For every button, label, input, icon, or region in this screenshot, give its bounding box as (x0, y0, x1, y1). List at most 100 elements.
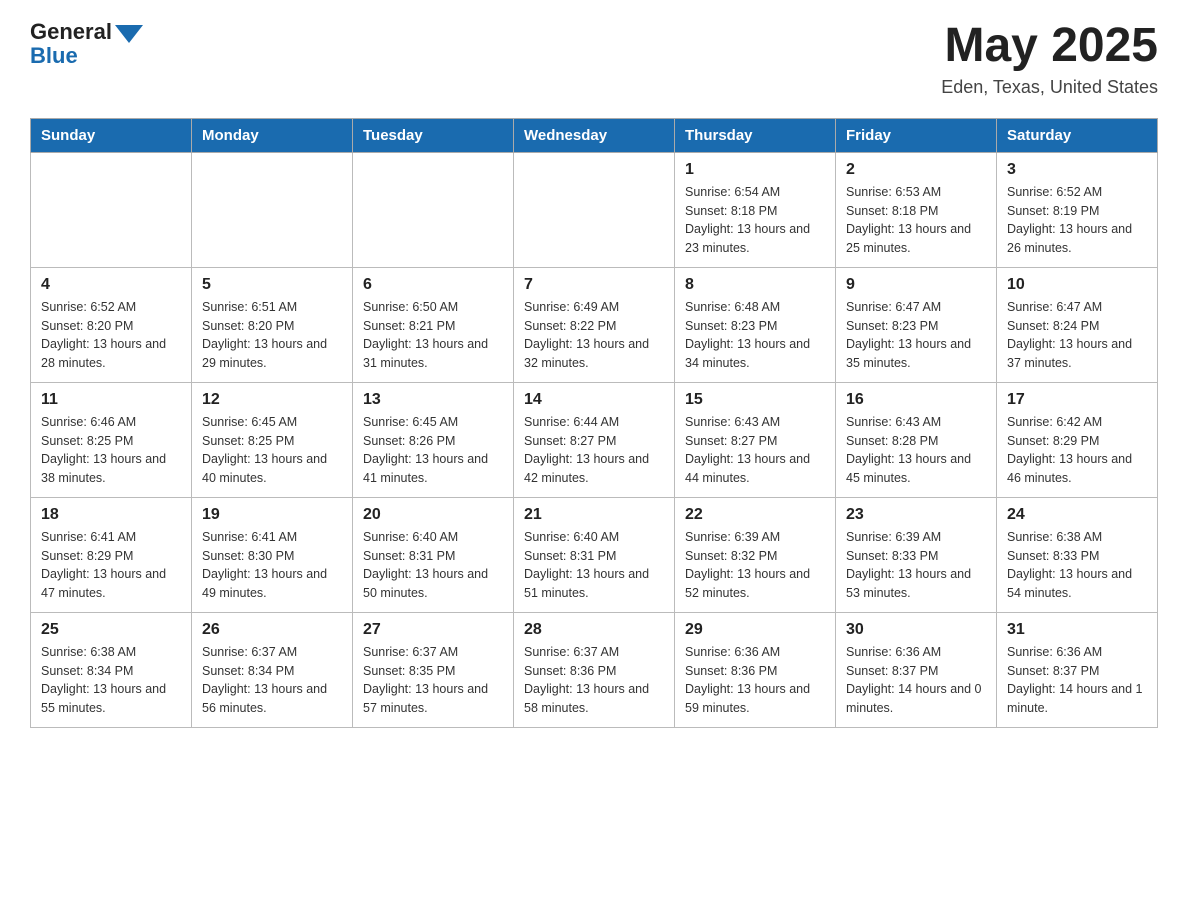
day-info: Sunrise: 6:41 AM Sunset: 8:29 PM Dayligh… (41, 528, 181, 603)
logo-general: General (30, 20, 112, 44)
header-saturday: Saturday (997, 118, 1158, 152)
day-cell: 31 Sunrise: 6:36 AM Sunset: 8:37 PM Dayli… (997, 612, 1158, 727)
day-info: Sunrise: 6:50 AM Sunset: 8:21 PM Dayligh… (363, 298, 503, 373)
day-info: Sunrise: 6:45 AM Sunset: 8:25 PM Dayligh… (202, 413, 342, 488)
week-row-5: 25Sunrise: 6:38 AM Sunset: 8:34 PM Dayli… (31, 612, 1158, 727)
day-info: Sunrise: 6:40 AM Sunset: 8:31 PM Dayligh… (363, 528, 503, 603)
day-info: Sunrise: 6:37 AM Sunset: 8:34 PM Dayligh… (202, 643, 342, 718)
day-number: 29 (685, 621, 825, 639)
day-info: Sunrise: 6:43 AM Sunset: 8:27 PM Dayligh… (685, 413, 825, 488)
day-number: 23 (846, 506, 986, 524)
header-sunday: Sunday (31, 118, 192, 152)
day-number: 22 (685, 506, 825, 524)
day-number: 30 (846, 621, 986, 639)
day-number: 26 (202, 621, 342, 639)
day-number: 13 (363, 391, 503, 409)
day-number: 8 (685, 276, 825, 294)
day-number: 2 (846, 161, 986, 179)
day-number: 7 (524, 276, 664, 294)
day-cell: 29 Sunrise: 6:36 AM Sunset: 8:36 PM Dayli… (675, 612, 836, 727)
day-cell (514, 152, 675, 267)
week-row-3: 11Sunrise: 6:46 AM Sunset: 8:25 PM Dayli… (31, 382, 1158, 497)
day-cell: 7 Sunrise: 6:49 AM Sunset: 8:22 PM Daylig… (514, 267, 675, 382)
day-cell: 5 Sunrise: 6:51 AM Sunset: 8:20 PM Daylig… (192, 267, 353, 382)
day-info: Sunrise: 6:39 AM Sunset: 8:33 PM Dayligh… (846, 528, 986, 603)
day-cell: 21 Sunrise: 6:40 AM Sunset: 8:31 PM Dayli… (514, 497, 675, 612)
day-info: Sunrise: 6:37 AM Sunset: 8:36 PM Dayligh… (524, 643, 664, 718)
day-info: Sunrise: 6:38 AM Sunset: 8:33 PM Dayligh… (1007, 528, 1147, 603)
day-number: 12 (202, 391, 342, 409)
day-info: Sunrise: 6:45 AM Sunset: 8:26 PM Dayligh… (363, 413, 503, 488)
day-cell (192, 152, 353, 267)
day-cell: 2 Sunrise: 6:53 AM Sunset: 8:18 PM Daylig… (836, 152, 997, 267)
logo-triangle-icon (115, 25, 143, 43)
day-info: Sunrise: 6:53 AM Sunset: 8:18 PM Dayligh… (846, 183, 986, 258)
day-info: Sunrise: 6:46 AM Sunset: 8:25 PM Dayligh… (41, 413, 181, 488)
day-info: Sunrise: 6:54 AM Sunset: 8:18 PM Dayligh… (685, 183, 825, 258)
day-info: Sunrise: 6:51 AM Sunset: 8:20 PM Dayligh… (202, 298, 342, 373)
title-block: May 2025 Eden, Texas, United States (941, 20, 1158, 98)
header-thursday: Thursday (675, 118, 836, 152)
day-number: 6 (363, 276, 503, 294)
logo: General Blue (30, 20, 143, 68)
day-info: Sunrise: 6:42 AM Sunset: 8:29 PM Dayligh… (1007, 413, 1147, 488)
day-number: 31 (1007, 621, 1147, 639)
day-number: 3 (1007, 161, 1147, 179)
day-cell: 12 Sunrise: 6:45 AM Sunset: 8:25 PM Dayli… (192, 382, 353, 497)
day-info: Sunrise: 6:47 AM Sunset: 8:23 PM Dayligh… (846, 298, 986, 373)
day-info: Sunrise: 6:36 AM Sunset: 8:37 PM Dayligh… (846, 643, 986, 718)
day-number: 18 (41, 506, 181, 524)
day-number: 20 (363, 506, 503, 524)
day-number: 10 (1007, 276, 1147, 294)
header-friday: Friday (836, 118, 997, 152)
day-cell: 20 Sunrise: 6:40 AM Sunset: 8:31 PM Dayli… (353, 497, 514, 612)
day-info: Sunrise: 6:41 AM Sunset: 8:30 PM Dayligh… (202, 528, 342, 603)
week-row-2: 4 Sunrise: 6:52 AM Sunset: 8:20 PM Daylig… (31, 267, 1158, 382)
day-cell (353, 152, 514, 267)
day-info: Sunrise: 6:36 AM Sunset: 8:37 PM Dayligh… (1007, 643, 1147, 718)
header-wednesday: Wednesday (514, 118, 675, 152)
day-cell: 18 Sunrise: 6:41 AM Sunset: 8:29 PM Dayli… (31, 497, 192, 612)
day-info: Sunrise: 6:40 AM Sunset: 8:31 PM Dayligh… (524, 528, 664, 603)
day-info: Sunrise: 6:47 AM Sunset: 8:24 PM Dayligh… (1007, 298, 1147, 373)
week-row-4: 18 Sunrise: 6:41 AM Sunset: 8:29 PM Dayli… (31, 497, 1158, 612)
calendar-header-row: SundayMondayTuesdayWednesdayThursdayFrid… (31, 118, 1158, 152)
day-info: Sunrise: 6:38 AM Sunset: 8:34 PM Dayligh… (41, 643, 181, 718)
day-cell: 26 Sunrise: 6:37 AM Sunset: 8:34 PM Dayli… (192, 612, 353, 727)
day-number: 4 (41, 276, 181, 294)
day-cell: 23 Sunrise: 6:39 AM Sunset: 8:33 PM Dayli… (836, 497, 997, 612)
day-number: 17 (1007, 391, 1147, 409)
day-cell: 3Sunrise: 6:52 AM Sunset: 8:19 PM Daylig… (997, 152, 1158, 267)
week-row-1: 1Sunrise: 6:54 AM Sunset: 8:18 PM Daylig… (31, 152, 1158, 267)
day-info: Sunrise: 6:44 AM Sunset: 8:27 PM Dayligh… (524, 413, 664, 488)
day-cell: 11Sunrise: 6:46 AM Sunset: 8:25 PM Dayli… (31, 382, 192, 497)
calendar-subtitle: Eden, Texas, United States (941, 77, 1158, 98)
day-cell: 27 Sunrise: 6:37 AM Sunset: 8:35 PM Dayli… (353, 612, 514, 727)
day-cell: 4 Sunrise: 6:52 AM Sunset: 8:20 PM Daylig… (31, 267, 192, 382)
calendar-title: May 2025 (941, 20, 1158, 73)
day-number: 14 (524, 391, 664, 409)
day-number: 16 (846, 391, 986, 409)
day-cell: 30 Sunrise: 6:36 AM Sunset: 8:37 PM Dayli… (836, 612, 997, 727)
day-cell: 24 Sunrise: 6:38 AM Sunset: 8:33 PM Dayli… (997, 497, 1158, 612)
day-number: 27 (363, 621, 503, 639)
day-number: 21 (524, 506, 664, 524)
day-number: 9 (846, 276, 986, 294)
calendar-table: SundayMondayTuesdayWednesdayThursdayFrid… (30, 118, 1158, 728)
header-tuesday: Tuesday (353, 118, 514, 152)
day-info: Sunrise: 6:36 AM Sunset: 8:36 PM Dayligh… (685, 643, 825, 718)
day-cell: 17 Sunrise: 6:42 AM Sunset: 8:29 PM Dayli… (997, 382, 1158, 497)
day-number: 19 (202, 506, 342, 524)
page-header: General Blue May 2025 Eden, Texas, Unite… (30, 20, 1158, 98)
day-cell: 28Sunrise: 6:37 AM Sunset: 8:36 PM Dayli… (514, 612, 675, 727)
day-cell: 25Sunrise: 6:38 AM Sunset: 8:34 PM Dayli… (31, 612, 192, 727)
day-number: 24 (1007, 506, 1147, 524)
day-info: Sunrise: 6:49 AM Sunset: 8:22 PM Dayligh… (524, 298, 664, 373)
day-number: 5 (202, 276, 342, 294)
day-info: Sunrise: 6:52 AM Sunset: 8:20 PM Dayligh… (41, 298, 181, 373)
day-info: Sunrise: 6:37 AM Sunset: 8:35 PM Dayligh… (363, 643, 503, 718)
logo-blue: Blue (30, 43, 78, 68)
day-cell: 1Sunrise: 6:54 AM Sunset: 8:18 PM Daylig… (675, 152, 836, 267)
day-cell: 6 Sunrise: 6:50 AM Sunset: 8:21 PM Daylig… (353, 267, 514, 382)
day-cell: 10 Sunrise: 6:47 AM Sunset: 8:24 PM Dayli… (997, 267, 1158, 382)
